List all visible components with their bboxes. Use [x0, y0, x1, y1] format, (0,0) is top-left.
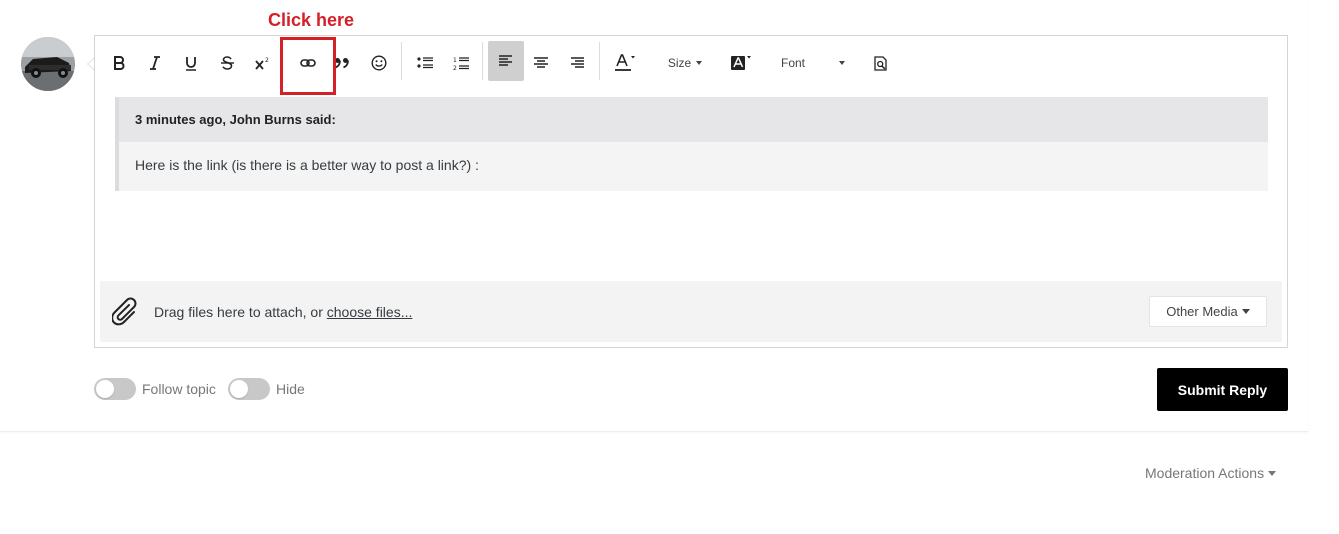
toggle-knob [230, 380, 248, 398]
font-family-dropdown[interactable]: Font [781, 45, 851, 81]
svg-text:1: 1 [453, 57, 457, 64]
caret-down-icon [1268, 470, 1277, 476]
follow-topic-label: Follow topic [142, 381, 216, 397]
align-left-icon [499, 55, 512, 66]
preview-button[interactable] [871, 45, 891, 81]
bold-icon [114, 56, 125, 70]
align-right-icon [571, 57, 584, 68]
numbered-list-icon: 12 [453, 57, 469, 71]
svg-text:2: 2 [265, 57, 269, 64]
moderation-actions-menu[interactable]: Moderation Actions [1145, 465, 1277, 481]
align-right-button[interactable] [567, 45, 587, 81]
editor-toolbar: 2 12 Size Font [95, 36, 1287, 88]
avatar[interactable] [21, 37, 75, 91]
strikethrough-button[interactable] [217, 45, 237, 81]
quoted-post[interactable]: 3 minutes ago, John Burns said: Here is … [115, 97, 1268, 191]
align-left-button[interactable] [488, 41, 524, 81]
follow-topic-toggle[interactable]: Follow topic [94, 378, 216, 400]
quote-body: Here is the link (is there is a better w… [135, 157, 479, 173]
toolbar-separator [401, 42, 402, 80]
toggle-switch[interactable] [228, 378, 270, 400]
link-button-highlight [280, 37, 336, 95]
font-size-label: Size [667, 56, 692, 70]
align-center-icon [534, 57, 548, 68]
chevron-down-icon [839, 61, 846, 65]
attachment-area[interactable]: Drag files here to attach, or choose fil… [100, 281, 1282, 342]
strikethrough-icon [220, 56, 234, 70]
rich-text-editor[interactable]: 2 12 Size Font 3 minutes ago, John Burns… [94, 35, 1288, 348]
attach-prompt: Drag files here to attach, or choose fil… [154, 304, 412, 320]
submit-reply-button[interactable]: Submit Reply [1157, 368, 1288, 411]
moderation-actions-label: Moderation Actions [1145, 465, 1265, 481]
emoji-button[interactable] [368, 45, 390, 81]
underline-icon [186, 56, 196, 71]
text-color-icon [615, 54, 635, 71]
hide-label: Hide [276, 381, 305, 397]
italic-button[interactable] [145, 45, 165, 81]
hide-toggle[interactable]: Hide [228, 378, 305, 400]
preview-icon [874, 55, 887, 71]
smiley-icon [371, 55, 387, 71]
align-center-button[interactable] [531, 45, 551, 81]
superscript-button[interactable]: 2 [252, 45, 274, 81]
toggle-knob [96, 380, 114, 398]
toolbar-separator [482, 42, 483, 80]
background-color-button[interactable] [728, 45, 754, 81]
caret-down-icon [1241, 309, 1250, 314]
paperclip-icon [112, 297, 137, 326]
other-media-label: Other Media [1166, 304, 1238, 319]
bulleted-list-icon [417, 57, 433, 69]
background-color-icon [731, 56, 751, 70]
underline-button[interactable] [181, 45, 201, 81]
quote-citation: 3 minutes ago, John Burns said: [119, 97, 1268, 142]
font-family-label: Font [781, 56, 806, 70]
font-size-dropdown[interactable]: Size [665, 45, 705, 81]
reply-panel: Click here 2 1 2 Size Font 3 minutes ago… [0, 0, 1308, 432]
quote-icon [335, 58, 349, 69]
bulleted-list-button[interactable] [414, 45, 436, 81]
numbered-list-button[interactable]: 12 [450, 45, 472, 81]
italic-icon [150, 56, 160, 70]
toolbar-separator [599, 42, 600, 80]
chevron-down-icon [696, 61, 703, 65]
superscript-icon: 2 [255, 57, 269, 70]
svg-text:2: 2 [453, 65, 457, 71]
text-color-button[interactable] [612, 45, 638, 81]
attach-prompt-text: Drag files here to attach, or [154, 304, 327, 320]
other-media-button[interactable]: Other Media [1149, 296, 1267, 327]
click-here-annotation: Click here [268, 10, 355, 30]
bold-button[interactable] [109, 45, 129, 81]
choose-files-link[interactable]: choose files... [327, 304, 413, 320]
toggle-switch[interactable] [94, 378, 136, 400]
